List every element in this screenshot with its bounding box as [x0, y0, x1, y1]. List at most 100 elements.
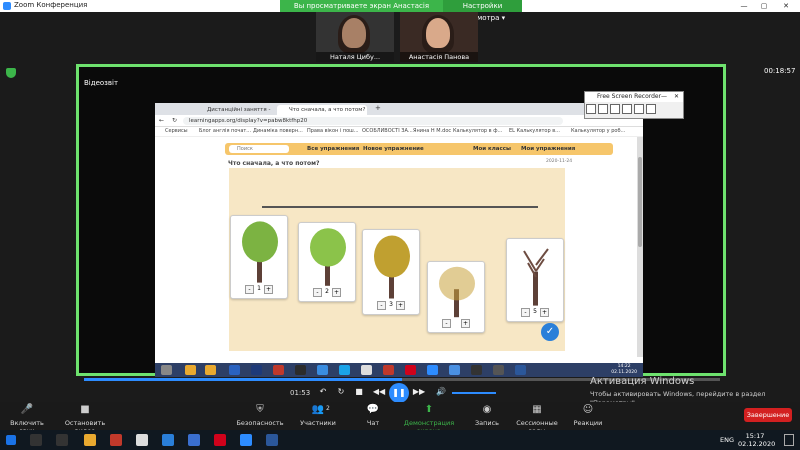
chrome-icon[interactable]: [361, 365, 372, 375]
participants-icon: 👥: [311, 404, 325, 415]
app-icon[interactable]: [449, 365, 460, 375]
tab-learningapps[interactable]: Что сначала, а что потом?: [277, 105, 367, 115]
bookmark-item[interactable]: Динаміка поверн...: [253, 128, 303, 134]
tree-card[interactable]: -1 +: [230, 215, 288, 299]
bookmark-item[interactable]: Права вікон і пош...: [307, 128, 359, 134]
tree-card[interactable]: - +: [427, 261, 485, 333]
windows-start-icon[interactable]: [6, 435, 16, 445]
app-icon[interactable]: [317, 365, 328, 375]
explorer-icon[interactable]: [84, 434, 96, 446]
view-options-button[interactable]: Настройки просмотра ▾: [443, 0, 522, 22]
volume-slider[interactable]: [452, 392, 496, 394]
tree-card[interactable]: -2 +: [298, 222, 356, 302]
increment-button[interactable]: +: [264, 285, 273, 294]
record-fullscreen-icon[interactable]: [622, 104, 632, 114]
volume-icon[interactable]: 🔊: [434, 385, 448, 399]
maximize-button[interactable]: ▢: [754, 0, 774, 12]
chrome-icon[interactable]: [136, 434, 148, 446]
search-icon[interactable]: [30, 434, 42, 446]
mic-muted-icon: 🎤: [20, 404, 34, 415]
bookmark-item[interactable]: ОСОБЛИВОСТІ ЗА...: [362, 128, 413, 134]
all-exercises-link[interactable]: Все упражнения: [307, 146, 359, 152]
record-object-icon[interactable]: [634, 104, 644, 114]
folder-icon[interactable]: [205, 365, 216, 375]
app-icon[interactable]: [110, 434, 122, 446]
minimize-button[interactable]: —: [734, 0, 754, 12]
my-exercises-link[interactable]: Мои упражнения: [521, 146, 575, 152]
close-button[interactable]: ✕: [776, 0, 796, 12]
opera-icon[interactable]: [405, 365, 416, 375]
record-window-icon[interactable]: [598, 104, 608, 114]
decrement-button[interactable]: -: [442, 319, 451, 328]
recorder-close-button[interactable]: ✕: [674, 92, 679, 102]
decrement-button[interactable]: -: [521, 308, 530, 317]
app-icon[interactable]: [273, 365, 284, 375]
decrement-button[interactable]: -: [245, 285, 254, 294]
zoom-icon[interactable]: [240, 434, 252, 446]
system-clock[interactable]: 15:17 02.12.2020: [738, 432, 775, 448]
notifications-icon[interactable]: [784, 434, 794, 446]
url-field[interactable]: learningapps.org/display?v=pabw8ktfhp20: [183, 117, 563, 125]
participant-tile[interactable]: Наталя Цибу...: [316, 12, 394, 62]
opera-icon[interactable]: [214, 434, 226, 446]
new-tab-icon[interactable]: +: [375, 104, 381, 112]
start-icon[interactable]: [161, 365, 172, 375]
bookmark-item[interactable]: Калькулятор у роб...: [571, 128, 625, 134]
tree-card[interactable]: -5 +: [506, 238, 564, 322]
app-icon[interactable]: [295, 365, 306, 375]
increment-button[interactable]: +: [396, 301, 405, 310]
telegram-icon[interactable]: [339, 365, 350, 375]
pause-icon[interactable]: ❚❚: [389, 383, 409, 403]
shield-icon[interactable]: [6, 68, 16, 78]
app-icon[interactable]: [229, 365, 240, 375]
zoom-icon[interactable]: [427, 365, 438, 375]
my-classes-link[interactable]: Мои классы: [473, 146, 511, 152]
browser-scrollbar[interactable]: [637, 137, 643, 357]
task-view-icon[interactable]: [56, 434, 68, 446]
app-icon[interactable]: [493, 365, 504, 375]
app-search-input[interactable]: Поиск: [229, 145, 289, 153]
language-indicator[interactable]: ENG: [720, 436, 734, 444]
reload-icon[interactable]: ↻: [172, 117, 177, 124]
app-icon[interactable]: [471, 365, 482, 375]
word-icon[interactable]: [515, 365, 526, 375]
end-meeting-button[interactable]: Завершение: [744, 408, 792, 422]
participant-tile[interactable]: Анастасія Панова: [400, 12, 478, 62]
skip-back-icon[interactable]: ↶: [316, 385, 330, 399]
bookmark-item[interactable]: Блог англія почат...: [199, 128, 251, 134]
record-screen-icon[interactable]: [586, 104, 596, 114]
zoom-icon[interactable]: [188, 434, 200, 446]
tree-card[interactable]: -3 +: [362, 229, 420, 315]
record-button[interactable]: ◉ Запись: [474, 404, 500, 427]
reactions-icon: ☺: [582, 404, 594, 415]
bookmark-item[interactable]: Сервисы: [165, 128, 188, 134]
chat-button[interactable]: 💬 Чат: [360, 404, 386, 427]
security-button[interactable]: ⛨ Безопасность: [236, 404, 284, 427]
decrement-button[interactable]: -: [313, 288, 322, 297]
check-answer-button[interactable]: ✓: [541, 323, 559, 341]
bookmark-item[interactable]: Калькулятор в ф...: [453, 128, 502, 134]
recorder-minimize-button[interactable]: —: [661, 92, 667, 102]
edge-icon[interactable]: [162, 434, 174, 446]
back-icon[interactable]: ←: [159, 117, 164, 124]
record-region-icon[interactable]: [610, 104, 620, 114]
tab-google[interactable]: Дистанційні заняття - Google...: [195, 105, 275, 123]
photoshop-icon[interactable]: [251, 365, 262, 375]
increment-button[interactable]: +: [332, 288, 341, 297]
replay-icon[interactable]: ↻: [334, 385, 348, 399]
fast-forward-icon[interactable]: ▶▶: [412, 385, 426, 399]
word-icon[interactable]: [266, 434, 278, 446]
app-icon[interactable]: [383, 365, 394, 375]
increment-button[interactable]: +: [461, 319, 470, 328]
increment-button[interactable]: +: [540, 308, 549, 317]
participants-button[interactable]: 👥 Участники: [298, 404, 338, 427]
decrement-button[interactable]: -: [377, 301, 386, 310]
bookmark-item[interactable]: EL Калькулятор в...: [509, 128, 560, 134]
app-icon[interactable]: [185, 365, 196, 375]
recorder-menu-icon[interactable]: [646, 104, 656, 114]
reactions-button[interactable]: ☺ Реакции: [572, 404, 604, 427]
new-exercise-link[interactable]: Новое упражнение: [363, 146, 424, 152]
stop-icon[interactable]: ■: [352, 385, 366, 399]
rewind-icon[interactable]: ◀◀: [372, 385, 386, 399]
bookmark-item[interactable]: Янина Н М.doc: [413, 128, 451, 134]
